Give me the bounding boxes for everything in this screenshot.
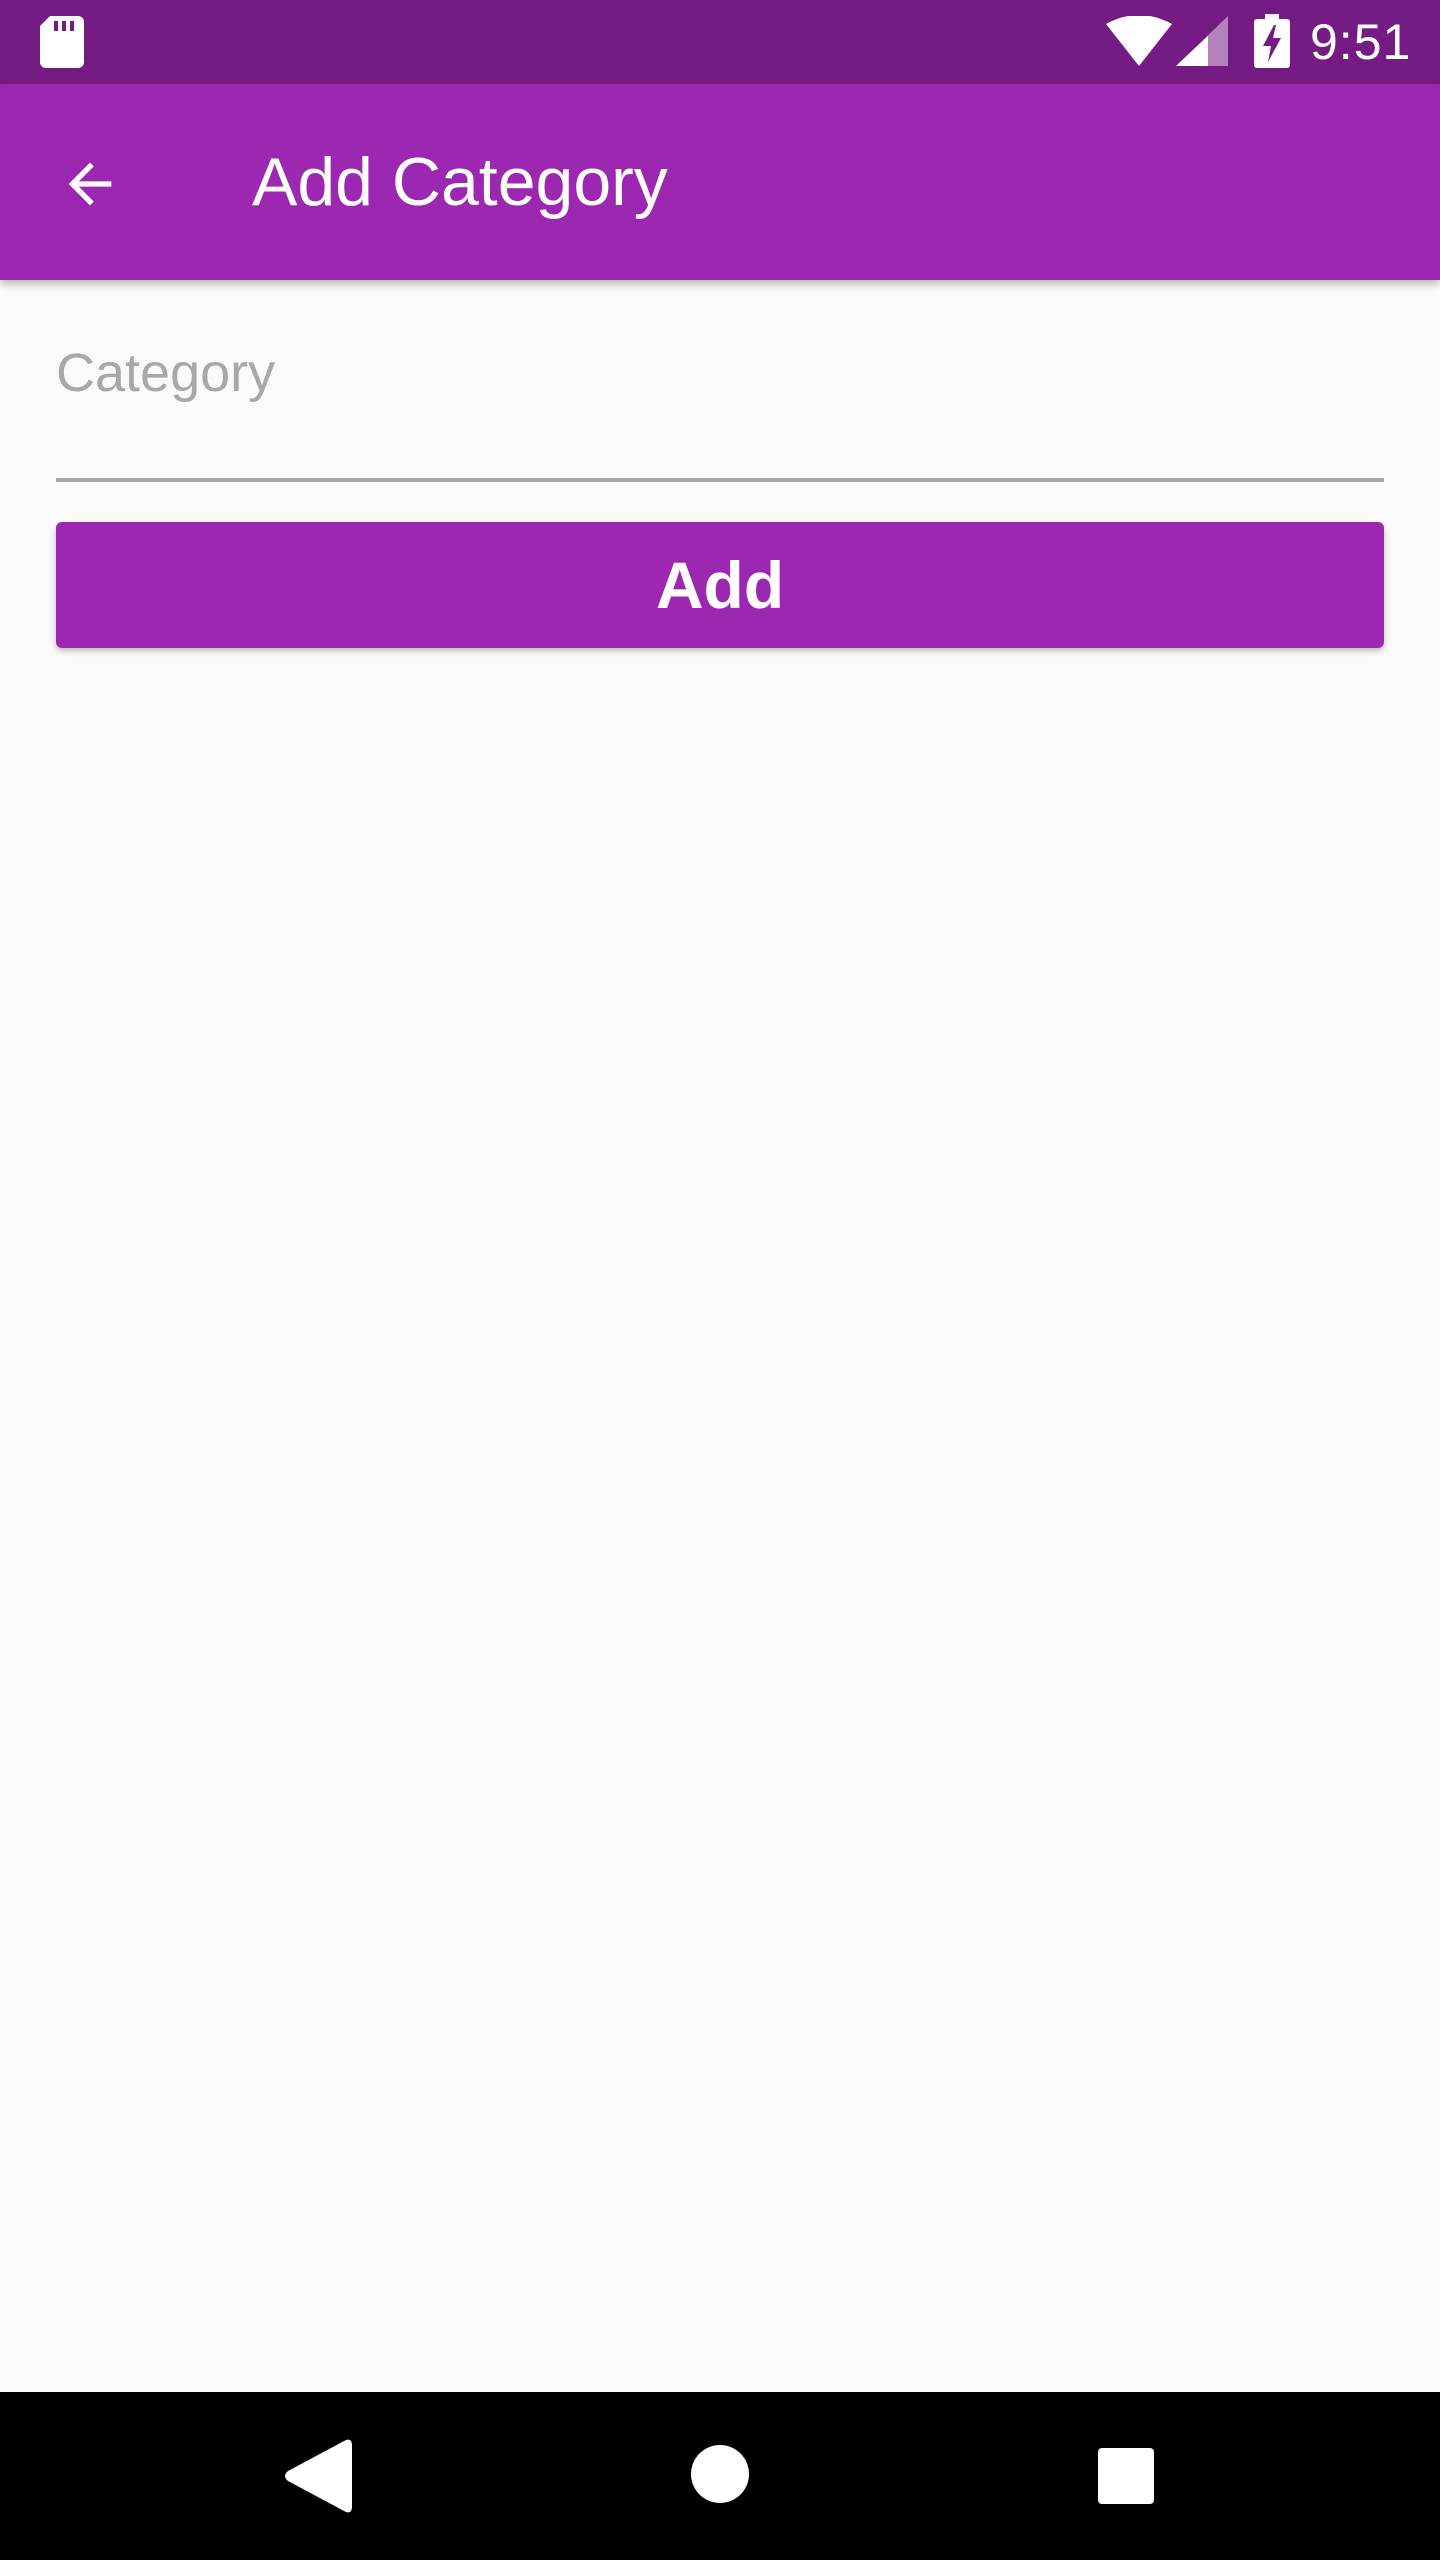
page-title: Add Category [252,144,668,220]
app-bar: Add Category [0,84,1440,280]
home-circle-icon[interactable] [690,2444,750,2504]
status-time: 9:51 [1310,14,1412,70]
back-triangle-icon[interactable] [280,2436,356,2516]
recents-square-icon[interactable] [1098,2448,1154,2504]
add-button[interactable]: Add [56,522,1384,648]
status-bar: 9:51 [0,0,1440,84]
category-field-wrapper [56,320,1384,488]
main-content: Add [0,280,1440,2392]
sd-card-icon [40,16,84,68]
wifi-icon [1106,16,1172,66]
category-input[interactable] [56,320,1384,482]
navigation-bar [0,2392,1440,2560]
cell-signal-icon [1176,16,1228,66]
back-button[interactable] [42,136,138,232]
arrow-back-icon [68,162,112,206]
battery-charging-icon [1254,14,1290,68]
